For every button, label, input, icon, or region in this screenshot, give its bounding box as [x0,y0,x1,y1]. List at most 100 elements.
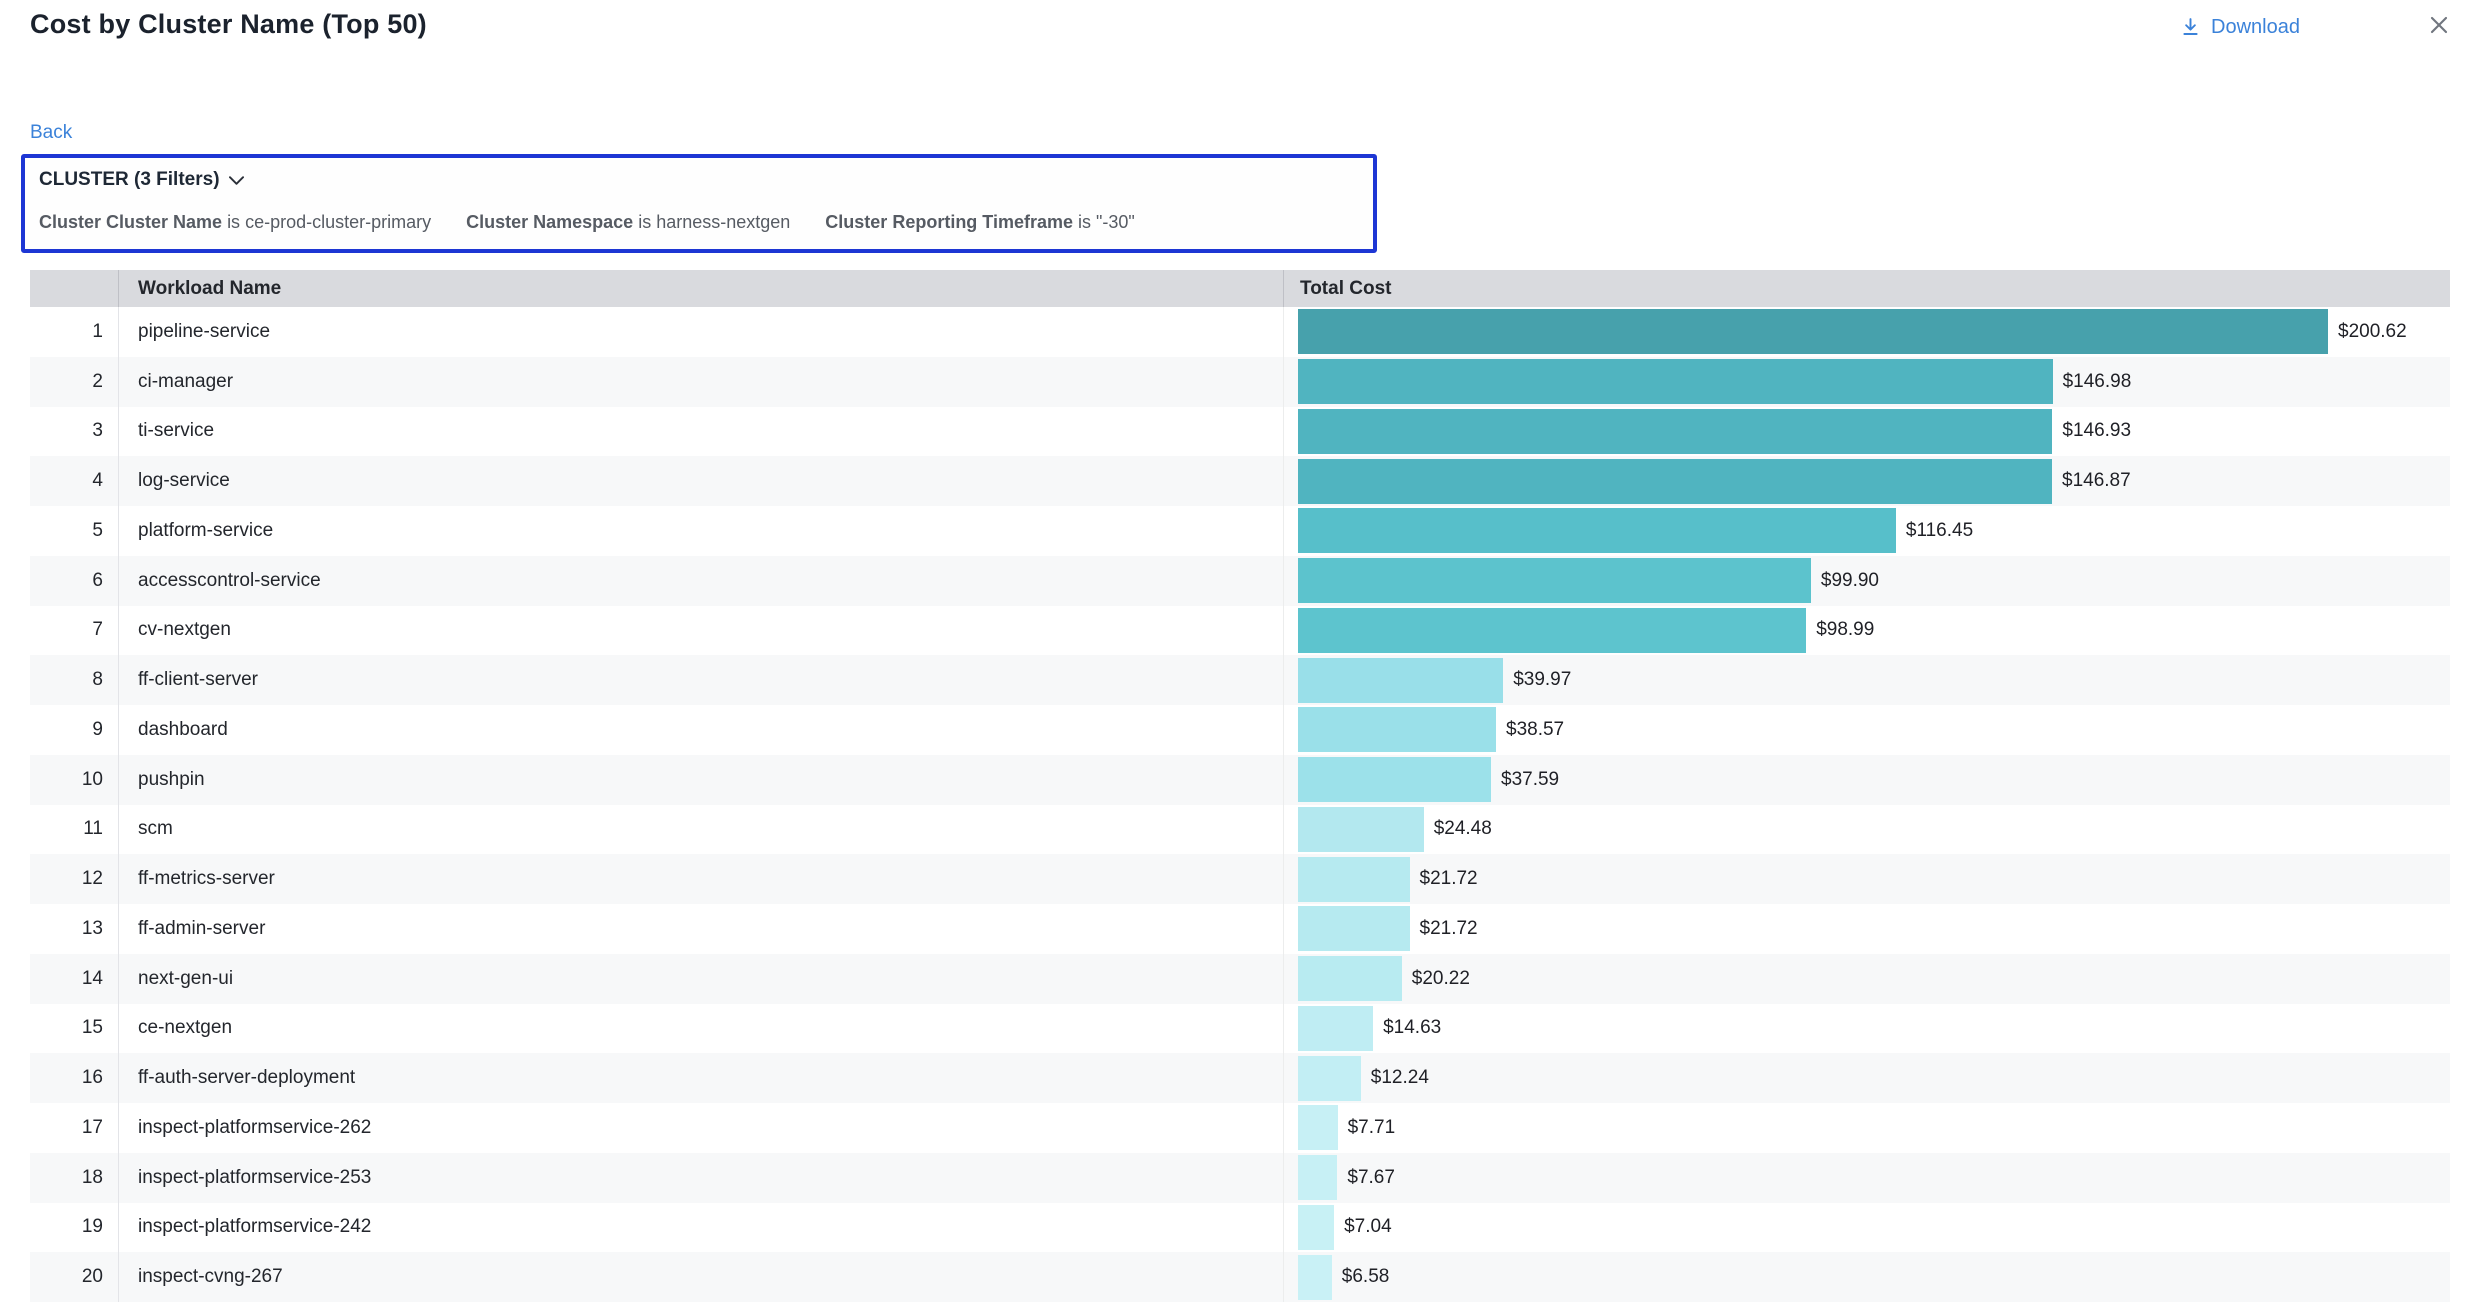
cost-bar [1298,1155,1337,1200]
cost-cell: $6.58 [1283,1252,2450,1302]
table-row: 6 accesscontrol-service $99.90 [30,556,2450,606]
filter-operator-value: is harness-nextgen [638,212,790,232]
cost-value: $116.45 [1906,520,1973,542]
chevron-down-icon [229,169,244,191]
cost-value: $21.72 [1420,918,1478,940]
cost-bar [1298,1006,1373,1051]
rank-column-header [30,270,118,307]
cost-cell: $37.59 [1283,755,2450,805]
filter-group-toggle[interactable]: CLUSTER (3 Filters) [39,169,244,191]
rank-cell: 15 [30,1004,118,1054]
cost-value: $7.04 [1344,1216,1392,1238]
filter-panel: CLUSTER (3 Filters) Cluster Cluster Name… [21,154,1377,253]
cost-value: $37.59 [1501,769,1559,791]
cost-value: $14.63 [1383,1017,1441,1039]
cost-cell: $146.93 [1283,407,2450,457]
rank-cell: 11 [30,805,118,855]
workload-name-cell: ff-client-server [118,655,1283,705]
close-icon [2427,13,2451,42]
cost-bar [1298,508,1896,553]
workload-name-cell: next-gen-ui [118,954,1283,1004]
cost-value: $12.24 [1371,1067,1429,1089]
rank-cell: 14 [30,954,118,1004]
workload-name-cell: inspect-platformservice-253 [118,1153,1283,1203]
cost-value: $39.97 [1513,669,1571,691]
cost-cell: $116.45 [1283,506,2450,556]
table-row: 15 ce-nextgen $14.63 [30,1004,2450,1054]
cost-bar [1298,1255,1332,1300]
filter-field: Cluster Namespace [466,212,633,232]
cost-value: $6.58 [1342,1266,1390,1288]
filter-condition: Cluster Reporting Timeframeis "-30" [825,212,1135,233]
cost-value: $7.71 [1348,1117,1396,1139]
filter-condition: Cluster Cluster Nameis ce-prod-cluster-p… [39,212,431,233]
cost-cell: $38.57 [1283,705,2450,755]
download-icon [2180,16,2201,38]
table-row: 16 ff-auth-server-deployment $12.24 [30,1053,2450,1103]
cost-cell: $146.87 [1283,456,2450,506]
cost-bar [1298,409,2052,454]
table-row: 5 platform-service $116.45 [30,506,2450,556]
cost-value: $146.98 [2063,371,2132,393]
workload-name-cell: inspect-platformservice-242 [118,1203,1283,1253]
workload-name-cell: ff-auth-server-deployment [118,1053,1283,1103]
filter-conditions: Cluster Cluster Nameis ce-prod-cluster-p… [39,212,1357,233]
table-row: 20 inspect-cvng-267 $6.58 [30,1252,2450,1302]
cost-cell: $146.98 [1283,357,2450,407]
table-row: 9 dashboard $38.57 [30,705,2450,755]
rank-cell: 19 [30,1203,118,1253]
total-cost-column-header: Total Cost [1283,270,2450,307]
rank-cell: 3 [30,407,118,457]
back-link[interactable]: Back [30,122,72,144]
workload-name-cell: pushpin [118,755,1283,805]
workload-name-cell: ci-manager [118,357,1283,407]
cost-cell: $99.90 [1283,556,2450,606]
rank-cell: 6 [30,556,118,606]
workload-name-column-header: Workload Name [118,270,1283,307]
cost-table: Workload Name Total Cost 1 pipeline-serv… [30,270,2450,1302]
page-title: Cost by Cluster Name (Top 50) [30,9,427,40]
rank-cell: 4 [30,456,118,506]
cost-value: $146.93 [2062,420,2131,442]
download-button[interactable]: Download [2180,16,2300,39]
workload-name-cell: ce-nextgen [118,1004,1283,1054]
rank-cell: 9 [30,705,118,755]
cost-value: $21.72 [1420,868,1478,890]
cost-value: $200.62 [2338,321,2407,343]
rank-cell: 16 [30,1053,118,1103]
cost-bar [1298,1105,1338,1150]
filter-condition: Cluster Namespaceis harness-nextgen [466,212,790,233]
table-row: 2 ci-manager $146.98 [30,357,2450,407]
table-row: 4 log-service $146.87 [30,456,2450,506]
cost-bar [1298,658,1503,703]
close-button[interactable] [2426,14,2452,40]
workload-name-cell: ff-admin-server [118,904,1283,954]
rank-cell: 12 [30,854,118,904]
rank-cell: 20 [30,1252,118,1302]
filter-operator-value: is "-30" [1078,212,1135,232]
workload-name-cell: accesscontrol-service [118,556,1283,606]
workload-name-cell: log-service [118,456,1283,506]
rank-cell: 10 [30,755,118,805]
workload-name-cell: inspect-cvng-267 [118,1252,1283,1302]
table-row: 8 ff-client-server $39.97 [30,655,2450,705]
cost-value: $7.67 [1347,1167,1395,1189]
cost-bar [1298,956,1402,1001]
cost-cell: $7.71 [1283,1103,2450,1153]
cost-bar [1298,459,2052,504]
cost-bar [1298,1205,1334,1250]
table-row: 11 scm $24.48 [30,805,2450,855]
cost-cell: $21.72 [1283,854,2450,904]
cost-bar [1298,1056,1361,1101]
rank-cell: 7 [30,606,118,656]
table-row: 1 pipeline-service $200.62 [30,307,2450,357]
table-body: 1 pipeline-service $200.62 2 ci-manager … [30,307,2450,1302]
cost-bar [1298,707,1496,752]
cost-bar [1298,906,1410,951]
table-row: 7 cv-nextgen $98.99 [30,606,2450,656]
table-row: 19 inspect-platformservice-242 $7.04 [30,1203,2450,1253]
table-row: 17 inspect-platformservice-262 $7.71 [30,1103,2450,1153]
table-header: Workload Name Total Cost [30,270,2450,307]
table-row: 12 ff-metrics-server $21.72 [30,854,2450,904]
cost-bar [1298,558,1811,603]
